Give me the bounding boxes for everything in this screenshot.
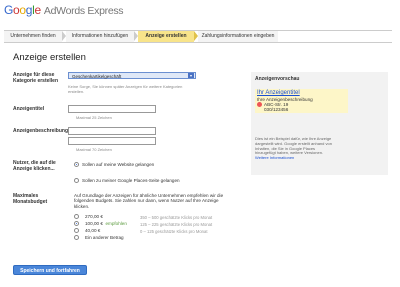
ad-description-input-1[interactable]	[68, 127, 156, 135]
ad-title-label: Anzeigentitel	[13, 106, 45, 112]
preview-phone: 030/123456	[264, 107, 289, 112]
budget-range-100: 125 – 225 geschätzte Klicks pro Monat	[140, 222, 213, 227]
radio-budget-100[interactable]	[74, 221, 79, 226]
ad-preview: Ihr Anzeigentitel Ihre Anzeigenbeschreib…	[255, 89, 348, 113]
radio-website-label: Sollen auf meine Website gelangen	[82, 162, 155, 167]
step-payment-info: Zahlungsinformationen eingeben	[198, 31, 278, 42]
save-and-continue-button[interactable]: Speichern und fortfahren	[13, 265, 87, 275]
budget-amount-270: 270,00 €	[85, 214, 103, 219]
header: Google AdWords Express	[0, 0, 400, 20]
ad-description-help: Maximal 70 Zeichen	[76, 147, 112, 152]
category-select[interactable]: Geschenkartikelgeschäft ▾	[68, 72, 196, 79]
radio-website[interactable]	[74, 162, 79, 167]
preview-title: Anzeigenvorschau	[255, 76, 300, 82]
progress-steps: Unternehmen finden Informationen hinzufü…	[4, 30, 392, 43]
step-create-ad: Anzeige erstellen	[138, 31, 198, 42]
budget-intro: Auf Grundlage der Anzeigen für ähnliche …	[74, 193, 224, 209]
budget-range-270: 350 – 500 geschätzte Klicks pro Monat	[140, 215, 213, 220]
preview-ad-title: Ihr Anzeigentitel	[257, 90, 300, 96]
radio-places-label: Sollen zu meiner Google Places-Seite gel…	[82, 178, 180, 183]
radio-places[interactable]	[74, 178, 79, 183]
budget-amount-40: 40,00 €	[85, 228, 101, 233]
ad-title-help: Maximal 25 Zeichen	[76, 115, 112, 120]
ad-preview-panel: Anzeigenvorschau Ihr Anzeigentitel Ihre …	[251, 72, 388, 175]
budget-amount-100: 100,00 € empfohlen	[85, 221, 127, 226]
step-add-info: Informationen hinzufügen	[66, 31, 138, 42]
chevron-down-icon: ▾	[188, 73, 194, 78]
map-pin-icon	[257, 102, 262, 107]
recommended-badge: empfohlen	[105, 221, 127, 226]
ad-title-input[interactable]	[68, 105, 156, 113]
budget-label: Maximales Monatsbudget	[13, 193, 48, 205]
budget-range-40: 0 – 125 geschätzte Klicks pro Monat	[140, 229, 208, 234]
ad-description-label: Anzeigenbeschreibung	[13, 128, 69, 134]
ad-description-input-2[interactable]	[68, 137, 156, 145]
radio-budget-40[interactable]	[74, 228, 79, 233]
users-label: Nutzer, die auf die Anzeige klicken...	[13, 160, 56, 172]
radio-budget-270[interactable]	[74, 214, 79, 219]
product-name: AdWords Express	[43, 5, 124, 17]
preview-note: Dies ist ein Beispiel dafür, wie Ihre An…	[255, 136, 332, 161]
category-label: Anzeige für diese Kategorie erstellen	[13, 72, 59, 84]
category-help: Keine Sorge, Sie können später Anzeigen …	[68, 84, 183, 94]
google-adwords-express-logo: Google AdWords Express	[4, 3, 124, 17]
radio-budget-other[interactable]	[74, 235, 79, 240]
more-info-link[interactable]: Weitere Informationen	[255, 155, 294, 160]
step-find-business: Unternehmen finden	[4, 31, 66, 42]
page-title: Anzeige erstellen	[13, 52, 86, 63]
budget-amount-other: Ein anderer Betrag	[85, 235, 124, 240]
